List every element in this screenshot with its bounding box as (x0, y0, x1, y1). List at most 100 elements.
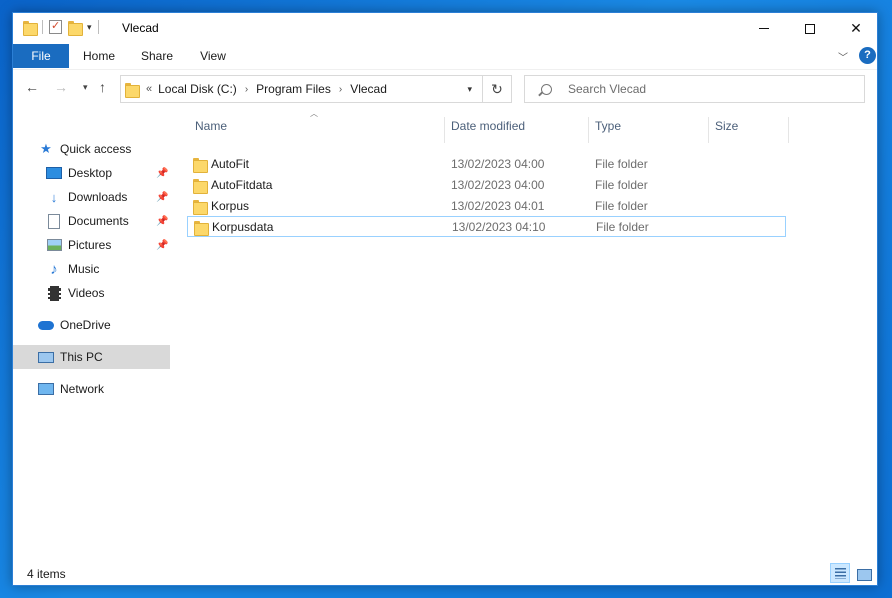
customize-toolbar-chevron-icon[interactable]: ▾ (87, 22, 92, 33)
sidebar-item-documents[interactable]: Documents 📌 (13, 209, 170, 233)
pin-icon[interactable]: 📌 (156, 168, 168, 179)
music-icon: ♪ (50, 260, 58, 278)
folder-icon (193, 157, 208, 173)
column-header-label: Name (195, 119, 228, 133)
sidebar-item-downloads[interactable]: ↓ Downloads 📌 (13, 185, 170, 209)
search-box[interactable] (524, 75, 865, 103)
document-icon (46, 213, 62, 229)
address-bar[interactable]: « Local Disk (C:) › Program Files › Vlec… (120, 75, 483, 103)
back-arrow-icon[interactable]: ← (25, 79, 39, 95)
file-date: 13/02/2023 04:01 (451, 198, 545, 213)
minimize-button[interactable] (741, 13, 787, 44)
sidebar-item-label: Desktop (68, 166, 113, 180)
folder-icon (193, 178, 208, 194)
up-arrow-icon[interactable]: ↑ (99, 79, 106, 95)
column-header-size[interactable]: Size (709, 117, 789, 143)
file-row[interactable]: AutoFit 13/02/2023 04:00 File folder (187, 153, 786, 174)
file-date: 13/02/2023 04:00 (451, 156, 545, 171)
file-type: File folder (595, 198, 648, 213)
help-icon[interactable]: ? (859, 47, 876, 64)
pin-icon[interactable]: 📌 (156, 216, 168, 227)
sidebar-item-onedrive[interactable]: OneDrive (13, 313, 170, 337)
navigation-bar: ← → ▾ ↑ « Local Disk (C:) › Program File… (13, 69, 877, 105)
breadcrumb-separator-icon[interactable]: › (339, 84, 342, 95)
maximize-button[interactable] (787, 13, 833, 44)
refresh-button[interactable]: ↻ (483, 75, 512, 103)
network-icon-shape (38, 383, 54, 395)
status-bar: 4 items (13, 561, 877, 586)
properties-icon[interactable] (49, 19, 62, 34)
address-history-chevron-icon[interactable]: ▾ (467, 84, 472, 95)
file-row[interactable]: AutoFitdata 13/02/2023 04:00 File folder (187, 174, 786, 195)
file-name-cell: Korpus (193, 198, 250, 215)
window-title: Vlecad (122, 21, 159, 35)
file-name-cell: AutoFit (193, 157, 249, 173)
sidebar-item-desktop[interactable]: Desktop 📌 (13, 161, 170, 185)
navigation-pane: ★ Quick access Desktop 📌 ↓ Downloads 📌 D… (13, 105, 173, 561)
expand-ribbon-chevron-icon[interactable]: ﹀ (838, 49, 848, 64)
file-row[interactable]: Korpus 13/02/2023 04:01 File folder (187, 195, 786, 216)
cloud-icon (38, 317, 54, 333)
file-type: File folder (595, 156, 648, 171)
sidebar-item-this-pc[interactable]: This PC (13, 345, 170, 369)
folder-icon (23, 20, 38, 36)
recent-locations-chevron-icon[interactable]: ▾ (83, 82, 88, 93)
refresh-icon: ↻ (491, 81, 503, 97)
desktop-icon (46, 165, 62, 181)
tab-share[interactable]: Share (136, 44, 178, 68)
close-icon: ✕ (850, 20, 862, 36)
sidebar-item-label: Quick access (60, 142, 132, 156)
column-header-label: Type (595, 119, 622, 133)
breadcrumb-program-files[interactable]: Program Files (256, 82, 331, 96)
sidebar-item-network[interactable]: Network (13, 377, 170, 401)
sidebar-item-label: This PC (60, 350, 103, 364)
forward-arrow-icon[interactable]: → (54, 79, 68, 95)
file-name: Korpus (211, 198, 250, 213)
sidebar-item-pictures[interactable]: Pictures 📌 (13, 233, 170, 257)
file-date: 13/02/2023 04:10 (452, 219, 546, 234)
column-header-type[interactable]: Type (589, 117, 709, 143)
details-view-icon[interactable] (830, 563, 850, 583)
tab-home[interactable]: Home (76, 44, 122, 68)
breadcrumb-local-disk[interactable]: Local Disk (C:) (158, 82, 237, 96)
hidden-crumbs-chevron-icon[interactable]: « (146, 83, 152, 95)
toolbar-separator (97, 20, 99, 34)
file-explorer-window: ▾ Vlecad ✕ File Home Share View ﹀ ? ← → … (12, 12, 878, 586)
sidebar-item-music[interactable]: ♪ Music (13, 257, 170, 281)
computer-icon-shape (38, 351, 54, 363)
large-icons-view-icon[interactable] (853, 563, 873, 583)
pin-icon[interactable]: 📌 (156, 240, 168, 251)
star-icon: ★ (40, 141, 52, 156)
maximize-icon (805, 23, 815, 34)
sidebar-item-label: OneDrive (60, 318, 111, 332)
file-row[interactable]: Korpusdata 13/02/2023 04:10 File folder (187, 216, 786, 237)
close-button[interactable]: ✕ (833, 13, 879, 44)
sidebar-item-quick-access[interactable]: ★ Quick access (13, 137, 170, 161)
tab-view[interactable]: View (193, 44, 233, 68)
sidebar-item-label: Pictures (68, 238, 112, 252)
sidebar-item-videos[interactable]: Videos (13, 281, 170, 305)
toolbar-separator (42, 20, 43, 34)
download-icon: ↓ (50, 189, 58, 205)
sidebar-item-label: Documents (68, 214, 129, 228)
picture-icon-shape (46, 239, 62, 251)
video-icon-shape (47, 285, 61, 301)
file-list: ︿ Name Date modified Type Size AutoFit 1… (173, 105, 877, 561)
column-header-name[interactable]: Name (189, 117, 445, 143)
column-header-date-modified[interactable]: Date modified (445, 117, 589, 143)
breadcrumb-separator-icon[interactable]: › (245, 84, 248, 95)
column-header-label: Size (715, 119, 739, 133)
sidebar-item-label: Videos (68, 286, 105, 300)
search-input[interactable] (568, 82, 848, 96)
breadcrumb-vlecad[interactable]: Vlecad (350, 82, 387, 96)
file-type: File folder (595, 177, 648, 192)
ribbon-tabs: File Home Share View ﹀ ? (13, 44, 877, 68)
column-divider[interactable] (788, 117, 789, 143)
desktop-icon-shape (46, 167, 62, 179)
tab-file[interactable]: File (13, 44, 69, 68)
file-name: AutoFitdata (211, 177, 273, 192)
file-date: 13/02/2023 04:00 (451, 177, 545, 192)
quick-access-toolbar: ▾ (23, 19, 99, 36)
pin-icon[interactable]: 📌 (156, 192, 168, 203)
new-folder-icon[interactable] (68, 20, 83, 36)
